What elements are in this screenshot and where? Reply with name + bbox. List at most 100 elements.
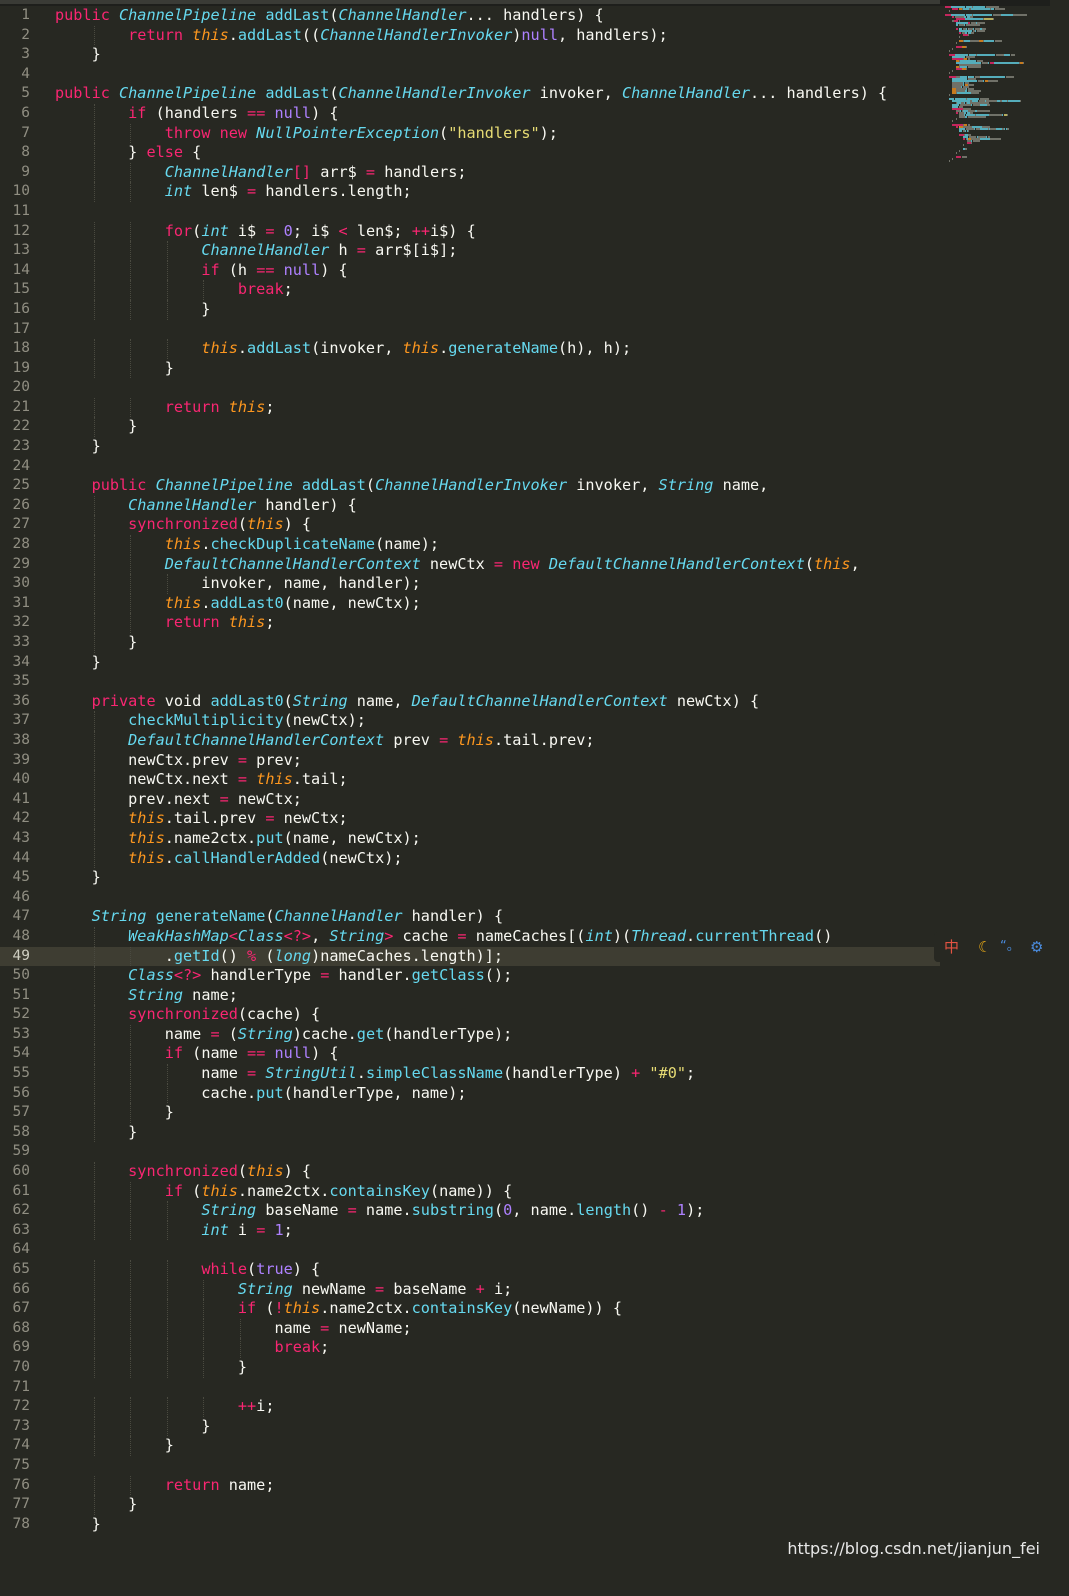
- line-number: 18: [12, 340, 30, 357]
- code-line[interactable]: 12 for(int i$ = 0; i$ < len$; ++i$) {: [0, 221, 940, 242]
- indent-guide: [130, 554, 132, 575]
- code-line[interactable]: 8 } else {: [0, 143, 940, 163]
- code-line[interactable]: 10 int len$ = handlers.length;: [0, 182, 940, 202]
- code-line[interactable]: 45 }: [0, 868, 940, 888]
- indent-guide: [93, 593, 95, 614]
- code-line[interactable]: 11: [0, 202, 940, 222]
- code-line[interactable]: 22 }: [0, 417, 940, 438]
- code-token: }: [55, 299, 211, 318]
- code-line[interactable]: 32 return this;: [0, 613, 940, 633]
- code-line[interactable]: 68 name = newName;: [0, 1318, 940, 1339]
- code-line[interactable]: 55 name = StringUtil.simpleClassName(han…: [0, 1064, 940, 1084]
- ime-language-toggle[interactable]: 中: [944, 937, 959, 957]
- code-line[interactable]: 2 return this.addLast((ChannelHandlerInv…: [0, 25, 940, 46]
- code-line[interactable]: 44 this.callHandlerAdded(newCtx);: [0, 848, 940, 869]
- code-line[interactable]: 18 this.addLast(invoker, this.generateNa…: [0, 339, 940, 359]
- code-line[interactable]: 54 if (name == null) {: [0, 1044, 940, 1065]
- code-line[interactable]: 49 .getId() % (long)nameCaches.length)];: [0, 946, 940, 967]
- code-line[interactable]: 24: [0, 457, 940, 477]
- code-line[interactable]: 62 String baseName = name.substring(0, n…: [0, 1201, 940, 1221]
- code-line[interactable]: 15 break;: [0, 280, 940, 300]
- code-line[interactable]: 29 DefaultChannelHandlerContext newCtx =…: [0, 554, 940, 575]
- line-number: 45: [12, 869, 30, 886]
- code-line[interactable]: 40 newCtx.next = this.tail;: [0, 770, 940, 790]
- code-line[interactable]: 43 this.name2ctx.put(name, newCtx);: [0, 828, 940, 849]
- minimap[interactable]: [945, 6, 1043, 166]
- code-line[interactable]: 70 }: [0, 1357, 940, 1378]
- code-line[interactable]: 56 cache.put(handlerType, name);: [0, 1083, 940, 1104]
- code-line[interactable]: 33 }: [0, 633, 940, 653]
- code-line[interactable]: 47 String generateName(ChannelHandler ha…: [0, 907, 940, 927]
- code-line[interactable]: 3 }: [0, 45, 940, 65]
- code-line[interactable]: 51 String name;: [0, 985, 940, 1006]
- code-line[interactable]: 50 Class<?> handlerType = handler.getCla…: [0, 966, 940, 986]
- code-line[interactable]: 76 return name;: [0, 1475, 940, 1496]
- code-token: if: [237, 1299, 257, 1318]
- code-line[interactable]: 77 }: [0, 1495, 940, 1515]
- code-line[interactable]: 28 this.checkDuplicateName(name);: [0, 535, 940, 555]
- code-token: handler) {: [402, 907, 504, 926]
- code-line[interactable]: 17: [0, 320, 940, 340]
- code-line[interactable]: 73 }: [0, 1416, 940, 1437]
- code-line[interactable]: 13 ChannelHandler h = arr$[i$];: [0, 241, 940, 261]
- minimap-stroke: [971, 32, 974, 34]
- code-line[interactable]: 61 if (this.name2ctx.containsKey(name)) …: [0, 1181, 940, 1202]
- code-line[interactable]: 14 if (h == null) {: [0, 260, 940, 281]
- code-line[interactable]: 20: [0, 378, 940, 398]
- code-line[interactable]: 72 ++i;: [0, 1397, 940, 1417]
- code-line[interactable]: 66 String newName = baseName + i;: [0, 1279, 940, 1300]
- code-line[interactable]: 75: [0, 1456, 940, 1476]
- code-line[interactable]: 41 prev.next = newCtx;: [0, 789, 940, 810]
- code-line[interactable]: 71: [0, 1378, 940, 1398]
- code-line[interactable]: 37 checkMultiplicity(newCtx);: [0, 711, 940, 731]
- code-token: (: [183, 1181, 202, 1200]
- code-line[interactable]: 36 private void addLast0(String name, De…: [0, 692, 940, 712]
- code-line[interactable]: 52 synchronized(cache) {: [0, 1005, 940, 1025]
- moon-icon[interactable]: ☾: [978, 937, 991, 957]
- code-line[interactable]: 42 this.tail.prev = newCtx;: [0, 809, 940, 829]
- code-line[interactable]: 26 ChannelHandler handler) {: [0, 495, 940, 516]
- code-line[interactable]: 46: [0, 888, 940, 908]
- punctuation-toggle[interactable]: “。: [1000, 937, 1020, 957]
- code-line[interactable]: 4: [0, 65, 940, 85]
- code-line[interactable]: 57 }: [0, 1103, 940, 1123]
- code-line[interactable]: 21 return this;: [0, 397, 940, 418]
- code-line[interactable]: 65 while(true) {: [0, 1260, 940, 1280]
- code-line[interactable]: 58 }: [0, 1122, 940, 1143]
- code-line[interactable]: 53 name = (String)cache.get(handlerType)…: [0, 1024, 940, 1045]
- code-line[interactable]: 19 }: [0, 358, 940, 379]
- line-number: 1: [21, 7, 30, 23]
- code-line[interactable]: 31 this.addLast0(name, newCtx);: [0, 593, 940, 614]
- code-line[interactable]: 63 int i = 1;: [0, 1220, 940, 1241]
- code-line[interactable]: 27 synchronized(this) {: [0, 515, 940, 536]
- code-line[interactable]: 1 public ChannelPipeline addLast(ChannelH…: [0, 6, 940, 26]
- code-line[interactable]: 39 newCtx.prev = prev;: [0, 750, 940, 771]
- code-line[interactable]: 59: [0, 1142, 940, 1162]
- code-line[interactable]: 78 }: [0, 1515, 940, 1535]
- minimap-stroke: [1001, 114, 1003, 116]
- code-editor[interactable]: 1 public ChannelPipeline addLast(ChannelH…: [0, 6, 940, 1556]
- code-token: substring: [411, 1201, 494, 1220]
- code-line[interactable]: 6 if (handlers == null) {: [0, 103, 940, 124]
- code-line[interactable]: 35: [0, 672, 940, 692]
- code-line[interactable]: 7 throw new NullPointerException("handle…: [0, 123, 940, 144]
- code-line[interactable]: 23 }: [0, 437, 940, 457]
- code-text: WeakHashMap<Class<?>, String> cache = na…: [55, 927, 832, 947]
- code-line[interactable]: 64: [0, 1240, 940, 1260]
- code-line[interactable]: 30 invoker, name, handler);: [0, 574, 940, 594]
- gear-icon[interactable]: ⚙: [1030, 937, 1043, 957]
- code-line[interactable]: 5 public ChannelPipeline addLast(ChannelH…: [0, 84, 940, 104]
- code-line[interactable]: 60 synchronized(this) {: [0, 1162, 940, 1182]
- code-line[interactable]: 74 }: [0, 1436, 940, 1456]
- code-token: =: [247, 182, 257, 201]
- code-line[interactable]: 16 }: [0, 299, 940, 320]
- code-line[interactable]: 69 break;: [0, 1338, 940, 1358]
- code-line[interactable]: 34 }: [0, 653, 940, 673]
- code-line[interactable]: 25 public ChannelPipeline addLast(Channe…: [0, 476, 940, 496]
- code-line[interactable]: 38 DefaultChannelHandlerContext prev = t…: [0, 730, 940, 751]
- code-line[interactable]: 9 ChannelHandler[] arr$ = handlers;: [0, 162, 940, 183]
- code-line[interactable]: 48 WeakHashMap<Class<?>, String> cache =…: [0, 926, 940, 947]
- code-line[interactable]: 67 if (!this.name2ctx.containsKey(newNam…: [0, 1299, 940, 1319]
